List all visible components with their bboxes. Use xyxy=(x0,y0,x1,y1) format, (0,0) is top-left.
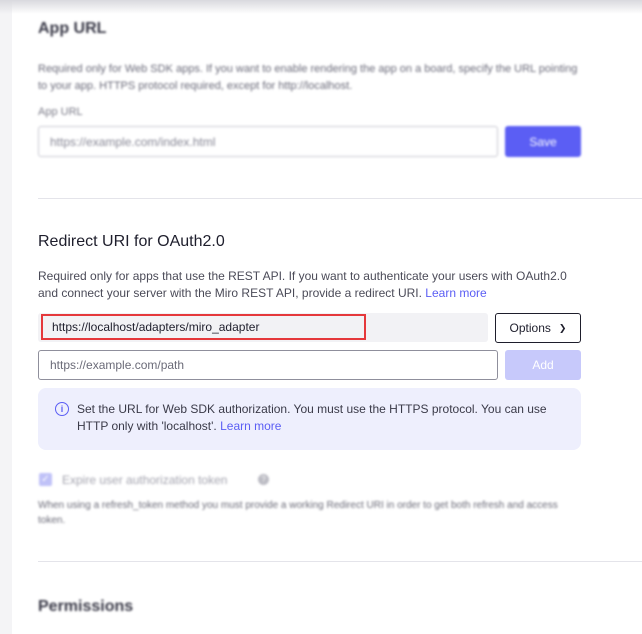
redirect-uri-description: Required only for apps that use the REST… xyxy=(38,268,578,302)
app-url-heading: App URL xyxy=(38,20,107,37)
add-button[interactable]: Add xyxy=(505,350,581,380)
section-divider xyxy=(38,198,642,199)
redirect-uri-input[interactable]: https://example.com/path xyxy=(38,350,498,380)
refresh-token-note: When using a refresh_token method you mu… xyxy=(38,500,558,526)
permissions-heading: Permissions xyxy=(38,598,134,615)
info-callout-text: Set the URL for Web SDK authorization. Y… xyxy=(77,401,567,435)
save-button[interactable]: Save xyxy=(505,126,581,157)
app-url-placeholder: https://example.com/index.html xyxy=(50,134,216,149)
app-url-description: Required only for Web SDK apps. If you w… xyxy=(38,63,578,92)
app-url-input[interactable]: https://example.com/index.html xyxy=(38,126,498,157)
left-panel-edge xyxy=(0,0,12,634)
app-url-field-label: App URL xyxy=(38,106,83,118)
top-shadow xyxy=(0,0,642,14)
section-divider xyxy=(38,561,642,562)
chevron-down-icon: ❯ xyxy=(558,322,567,333)
options-button[interactable]: Options ❯ xyxy=(495,313,581,343)
redirect-uri-placeholder: https://example.com/path xyxy=(50,358,185,372)
expire-token-label: Expire user authorization token xyxy=(62,473,228,487)
redirect-uri-value[interactable]: https://localhost/adapters/miro_adapter xyxy=(41,314,366,340)
help-icon[interactable]: ? xyxy=(258,474,269,485)
expire-token-checkbox[interactable]: ✓ xyxy=(39,473,52,486)
info-learn-more-link[interactable]: Learn more xyxy=(220,419,281,433)
redirect-uri-description-text: Required only for apps that use the REST… xyxy=(38,269,567,300)
learn-more-link[interactable]: Learn more xyxy=(425,286,486,300)
redirect-uri-heading: Redirect URI for OAuth2.0 xyxy=(38,233,225,250)
info-text: Set the URL for Web SDK authorization. Y… xyxy=(77,402,547,433)
options-label: Options xyxy=(509,321,551,335)
info-icon: i xyxy=(55,402,69,416)
